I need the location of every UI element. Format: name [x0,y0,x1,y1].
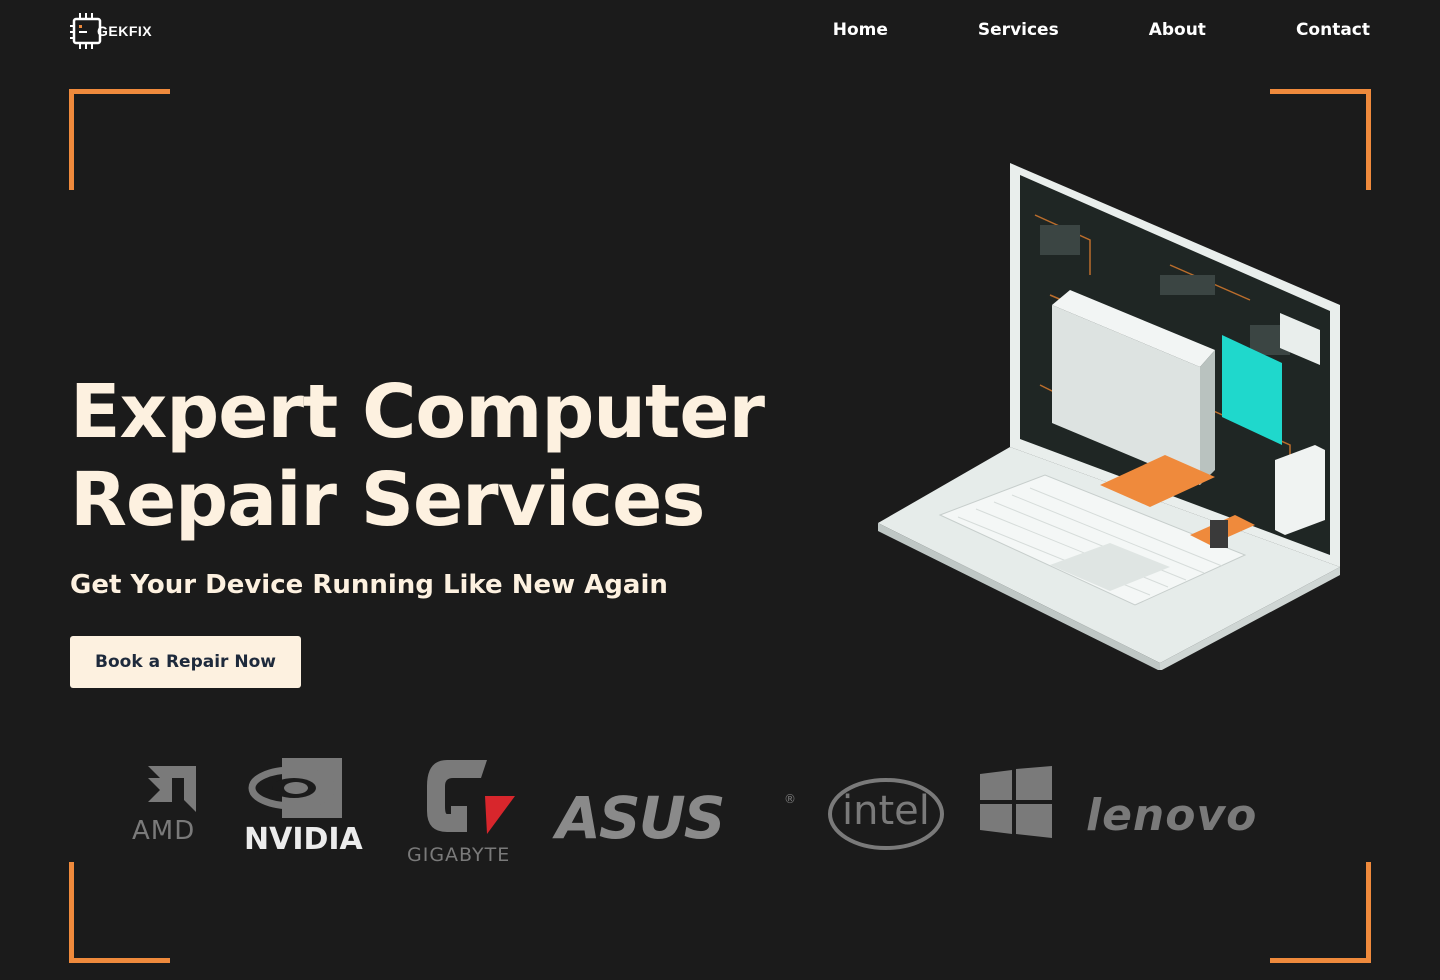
nav-about[interactable]: About [1149,18,1206,42]
hero-title: Expert Computer Repair Services [70,368,830,544]
windows-logo [980,766,1054,838]
corner-bracket-bottom-right [1270,862,1371,963]
hero-title-line-2: Repair Services [70,457,705,543]
amd-logo: AMD [132,764,212,859]
gigabyte-logo: GIGABYTE [407,756,522,866]
nvidia-logo: NVIDIA [244,758,374,858]
nav-contact[interactable]: Contact [1296,18,1370,42]
asus-logo: ASUS ® [556,784,796,852]
hero-subtitle: Get Your Device Running Like New Again [70,570,668,600]
corner-bracket-top-left [69,89,170,190]
hero-title-line-1: Expert Computer [70,369,765,455]
registered-mark: ® [784,792,796,806]
logo-wordmark: GEKFIX [97,23,153,39]
corner-bracket-bottom-left [69,862,170,963]
nav-services[interactable]: Services [978,18,1059,42]
nav-home[interactable]: Home [833,18,888,42]
site-logo[interactable]: GEKFIX [70,12,152,50]
intel-logo: intel [828,774,948,854]
lenovo-logo: lenovo [1086,790,1258,841]
partner-logos: AMD NVIDIA GIGABYTE ASUS ® intel lenovo [120,752,1320,867]
open-laptop-illustration [870,155,1350,671]
book-repair-button[interactable]: Book a Repair Now [70,636,301,688]
main-nav: Home Services About Contact [833,18,1370,42]
